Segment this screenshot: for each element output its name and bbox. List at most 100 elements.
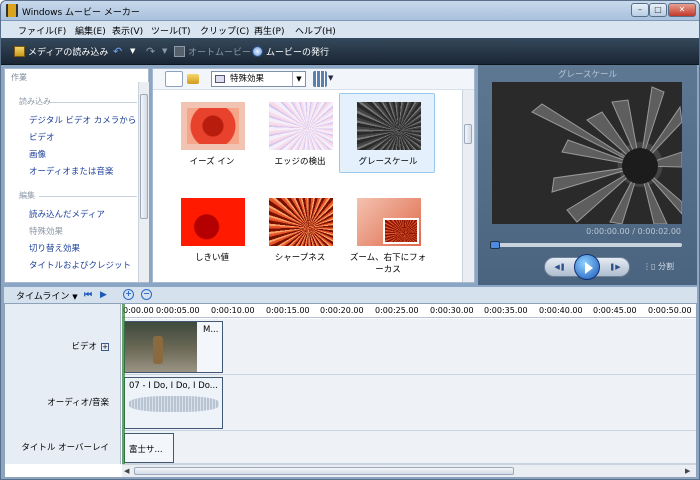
import-icon bbox=[14, 46, 25, 57]
timeline-ruler[interactable]: 0:00.00 0:00:05.00 0:00:10.00 0:00:15.00… bbox=[122, 304, 696, 318]
effect-label: グレースケール bbox=[358, 157, 418, 167]
zoom-focus-frame bbox=[383, 218, 419, 244]
ruler-tick: 0:00.00 bbox=[123, 306, 154, 315]
audio-waveform bbox=[129, 396, 219, 412]
ruler-tick: 0:00:05.00 bbox=[156, 306, 200, 315]
title-clip[interactable]: 富士サ... bbox=[124, 433, 174, 463]
effect-label: エッジの検出 bbox=[274, 157, 326, 167]
publish-icon bbox=[252, 46, 263, 57]
preview-image bbox=[531, 86, 682, 224]
tasks-scroll-thumb[interactable] bbox=[140, 94, 148, 219]
redo-icon[interactable]: ↷ bbox=[146, 45, 155, 58]
thumbnail-view-icon[interactable] bbox=[313, 71, 327, 87]
effects-scrollbar[interactable] bbox=[462, 90, 474, 282]
horse-figure bbox=[153, 336, 163, 364]
menu-clip[interactable]: クリップ(C) bbox=[200, 24, 249, 37]
details-view-icon[interactable] bbox=[165, 71, 183, 87]
effect-sharpen[interactable]: シャープネス bbox=[251, 189, 347, 269]
seek-bar[interactable] bbox=[490, 241, 682, 249]
task-import-pictures[interactable]: 画像 bbox=[29, 148, 46, 160]
redo-dropdown-icon[interactable]: ▼ bbox=[162, 47, 167, 55]
effects-toolbar: 特殊効果 ▼ ▼ bbox=[153, 69, 474, 90]
scroll-right-icon[interactable]: ▶ bbox=[685, 467, 690, 475]
video-track: M... bbox=[122, 319, 696, 375]
auto-movie-button[interactable]: オートムービー bbox=[174, 45, 251, 58]
effects-collection-icon bbox=[215, 75, 225, 83]
effect-grayscale[interactable]: グレースケール bbox=[339, 93, 435, 173]
preview-time: 0:00:00.00 / 0:00:02.00 bbox=[586, 227, 681, 236]
title-overlay-track: 富士サ... bbox=[122, 431, 696, 464]
import-section-title: 読み込み bbox=[19, 97, 51, 106]
rewind-timeline-icon[interactable]: ⏮ bbox=[84, 290, 94, 300]
publish-movie-label: ムービーの発行 bbox=[266, 48, 330, 58]
effect-label: シャープネス bbox=[274, 253, 326, 263]
import-media-button[interactable]: メディアの読み込み bbox=[14, 45, 108, 58]
audio-track-label: オーディオ/音楽 bbox=[47, 398, 109, 408]
seek-knob[interactable] bbox=[490, 241, 500, 249]
undo-dropdown-icon[interactable]: ▼ bbox=[130, 47, 135, 55]
effect-label: イーズ イン bbox=[189, 157, 235, 167]
timeline-view-dropdown[interactable]: タイムライン ▼ bbox=[16, 289, 78, 302]
video-clip[interactable]: M... bbox=[124, 321, 223, 373]
menu-tools[interactable]: ツール(T) bbox=[151, 24, 191, 37]
minimize-button[interactable]: – bbox=[631, 3, 649, 17]
undo-icon[interactable]: ↶ bbox=[113, 45, 122, 58]
tasks-scrollbar[interactable] bbox=[138, 82, 149, 282]
task-effects: 特殊効果 bbox=[29, 227, 64, 237]
timeline-scroll-thumb[interactable] bbox=[134, 467, 514, 475]
menu-help[interactable]: ヘルプ(H) bbox=[295, 24, 336, 37]
collection-dropdown-value: 特殊効果 bbox=[230, 74, 265, 84]
menu-view[interactable]: 表示(V) bbox=[112, 24, 143, 37]
timeline-scrollbar[interactable]: ◀ ▶ bbox=[122, 464, 696, 477]
auto-movie-label: オートムービー bbox=[188, 48, 252, 58]
track-labels: ビデオ + オーディオ/音楽 タイトル オーバーレイ bbox=[5, 304, 121, 464]
menu-play[interactable]: 再生(P) bbox=[254, 24, 284, 37]
folder-icon[interactable] bbox=[187, 74, 199, 84]
playback-controls: ◀❚ ❚▶ bbox=[544, 254, 630, 280]
tasks-pane-title: 作業 bbox=[11, 73, 27, 82]
expand-icon[interactable]: + bbox=[101, 343, 109, 351]
zoom-out-icon[interactable]: − bbox=[141, 289, 152, 300]
effects-scroll-thumb[interactable] bbox=[464, 124, 472, 144]
ruler-tick: 0:00:25.00 bbox=[375, 306, 419, 315]
publish-movie-button[interactable]: ムービーの発行 bbox=[252, 45, 329, 58]
film-app-icon bbox=[6, 4, 18, 17]
next-frame-icon[interactable]: ❚▶ bbox=[607, 263, 623, 272]
task-titles-credits[interactable]: タイトルおよびクレジット bbox=[29, 259, 131, 271]
auto-movie-icon bbox=[174, 46, 185, 57]
effect-threshold[interactable]: しきい値 bbox=[163, 189, 259, 269]
effects-pane: 特殊効果 ▼ ▼ イーズ イン エッジの検出 グレースケール しきい値 シャープ… bbox=[152, 68, 475, 283]
task-imported-media[interactable]: 読み込んだメディア bbox=[29, 208, 105, 220]
task-import-from-camera[interactable]: デジタル ビデオ カメラから bbox=[29, 114, 136, 126]
task-import-video[interactable]: ビデオ bbox=[29, 131, 55, 143]
ruler-tick: 0:00:15.00 bbox=[266, 306, 310, 315]
title-clip-name: 富士サ... bbox=[129, 445, 163, 455]
effect-ease-in[interactable]: イーズ イン bbox=[163, 93, 259, 173]
collection-dropdown[interactable]: 特殊効果 ▼ bbox=[211, 71, 306, 87]
ruler-tick: 0:00:40.00 bbox=[539, 306, 583, 315]
zoom-in-icon[interactable]: + bbox=[123, 289, 134, 300]
audio-clip[interactable]: 07 - I Do, I Do, I Do... bbox=[124, 377, 223, 429]
timeline-area: ビデオ + オーディオ/音楽 タイトル オーバーレイ 0:00.00 0:00:0… bbox=[4, 303, 697, 478]
timeline-playhead[interactable] bbox=[122, 304, 125, 464]
play-button[interactable] bbox=[574, 254, 600, 280]
split-button[interactable]: ⋮▯ 分割 bbox=[643, 261, 674, 272]
chevron-down-icon: ▼ bbox=[72, 293, 78, 301]
scroll-left-icon[interactable]: ◀ bbox=[124, 467, 129, 475]
task-import-audio[interactable]: オーディオまたは音楽 bbox=[29, 165, 113, 177]
preview-screen bbox=[492, 82, 682, 224]
timeline-view-label: タイムライン bbox=[16, 292, 70, 302]
menu-file[interactable]: ファイル(F) bbox=[18, 24, 66, 37]
effect-edge-detect[interactable]: エッジの検出 bbox=[251, 93, 347, 173]
effect-zoom-bottom-right[interactable]: ズーム、右下にフォーカス bbox=[339, 189, 435, 279]
maximize-button[interactable]: □ bbox=[649, 3, 667, 17]
split-label: 分割 bbox=[657, 262, 674, 271]
view-dropdown-icon[interactable]: ▼ bbox=[328, 74, 333, 82]
task-transitions[interactable]: 切り替え効果 bbox=[29, 242, 80, 254]
menu-edit[interactable]: 編集(E) bbox=[75, 24, 106, 37]
play-timeline-icon[interactable]: ▶ bbox=[100, 290, 110, 300]
ruler-tick: 0:00:10.00 bbox=[211, 306, 255, 315]
previous-frame-icon[interactable]: ◀❚ bbox=[552, 263, 568, 272]
close-button[interactable]: ✕ bbox=[668, 3, 696, 17]
main-toolbar: メディアの読み込み ↶ ▼ ↷ ▼ オートムービー ムービーの発行 bbox=[1, 38, 699, 65]
